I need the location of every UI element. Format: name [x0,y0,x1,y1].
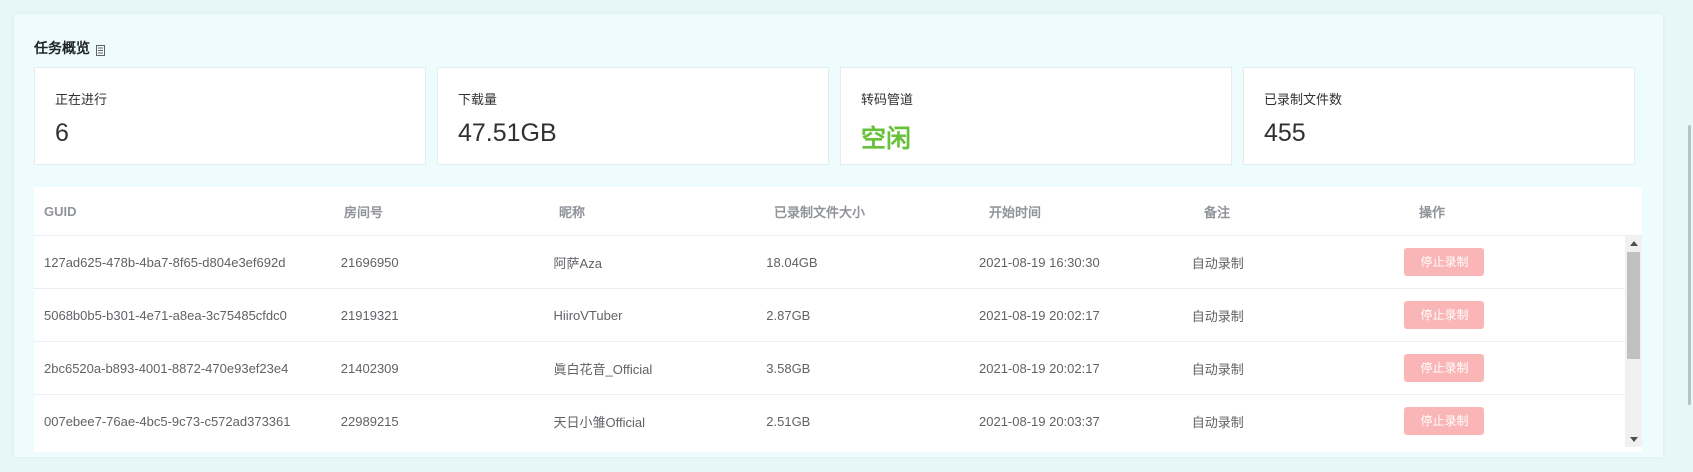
cell-size: 2.87GB [766,307,811,323]
stop-recording-button[interactable]: 停止录制 [1404,301,1485,329]
stat-card-in-progress: 正在进行 6 [34,67,426,165]
cell-start-time: 2021-08-19 20:03:37 [979,413,1100,429]
cell-note: 自动录制 [1191,414,1244,430]
stop-recording-button[interactable]: 停止录制 [1404,248,1485,276]
table-row: 127ad625-478b-4ba7-8f65-d804e3ef692d 216… [34,236,1625,289]
column-header-guid: GUID [44,203,77,219]
cell-room: 21402309 [340,360,399,376]
stat-value: 455 [1264,119,1306,147]
cell-guid: 007ebee7-76ae-4bc5-9c73-c572ad373361 [44,413,291,429]
stat-label: 下载量 [458,92,498,107]
stats-row: 正在进行 6 下载量 47.51GB 转码管道 空闲 已录制文件数 455 [34,67,1635,165]
column-header-start-time: 开始时间 [989,204,1042,220]
cell-guid: 5068b0b5-b301-4e71-a8ea-3c75485cfdc0 [44,307,287,323]
column-header-note: 备注 [1204,204,1231,220]
scroll-up-arrow-icon[interactable] [1630,241,1638,246]
stat-value: 6 [55,119,69,147]
task-overview-panel: 任务概览 正在进行 6 下载量 47.51GB 转码管道 空闲 已录制文件数 4… [14,14,1663,457]
document-icon [96,43,105,56]
cell-action: 停止录制 [1394,301,1625,329]
panel-title: 任务概览 [34,38,105,58]
page-scrollbar[interactable] [1683,0,1693,472]
stat-value: 47.51GB [458,119,557,147]
stat-card-recorded-files: 已录制文件数 455 [1243,67,1635,165]
cell-start-time: 2021-08-19 20:02:17 [979,360,1100,376]
cell-note: 自动录制 [1191,255,1244,271]
stat-label: 已录制文件数 [1264,92,1343,107]
stat-label: 正在进行 [55,92,108,107]
stop-recording-button[interactable]: 停止录制 [1404,354,1485,382]
cell-start-time: 2021-08-19 16:30:30 [979,254,1100,270]
stop-recording-button[interactable]: 停止录制 [1404,407,1485,435]
cell-note: 自动录制 [1191,308,1244,324]
column-header-nickname: 昵称 [559,204,586,220]
cell-action: 停止录制 [1394,354,1625,382]
cell-nickname: 阿萨Aza [553,255,602,271]
stat-card-transcode: 转码管道 空闲 [840,67,1232,165]
table-header: GUID 房间号 昵称 已录制文件大小 开始时间 备注 操作 [34,187,1642,236]
panel-title-text: 任务概览 [34,40,90,56]
stat-label: 转码管道 [861,92,914,107]
task-table: GUID 房间号 昵称 已录制文件大小 开始时间 备注 操作 127ad625-… [34,187,1642,452]
cell-size: 2.51GB [766,413,811,429]
table-body[interactable]: 127ad625-478b-4ba7-8f65-d804e3ef692d 216… [34,236,1625,447]
page-scrollbar-thumb[interactable] [1688,125,1691,405]
cell-action: 停止录制 [1394,407,1625,435]
scrollbar-thumb[interactable] [1627,252,1640,359]
cell-guid: 127ad625-478b-4ba7-8f65-d804e3ef692d [44,254,286,270]
column-header-size: 已录制文件大小 [774,204,866,220]
cell-guid: 2bc6520a-b893-4001-8872-470e93ef23e4 [44,360,289,376]
table-row: 2bc6520a-b893-4001-8872-470e93ef23e4 214… [34,342,1625,395]
cell-nickname: 眞白花音_Official [553,361,653,377]
cell-room: 21919321 [340,307,399,323]
cell-note: 自动录制 [1191,361,1244,377]
table-row: 007ebee7-76ae-4bc5-9c73-c572ad373361 229… [34,395,1625,447]
stat-card-download: 下载量 47.51GB [437,67,829,165]
cell-nickname: 天日小雏Official [553,414,646,430]
column-header-action: 操作 [1419,204,1446,220]
scroll-down-arrow-icon[interactable] [1630,437,1638,442]
cell-start-time: 2021-08-19 20:02:17 [979,307,1100,323]
cell-size: 18.04GB [766,254,818,270]
stat-value-status: 空闲 [861,125,912,153]
column-header-room: 房间号 [344,204,384,220]
cell-action: 停止录制 [1394,248,1625,276]
cell-room: 22989215 [340,413,399,429]
cell-nickname: HiiroVTuber [553,307,623,323]
cell-room: 21696950 [340,254,399,270]
table-row: 5068b0b5-b301-4e71-a8ea-3c75485cfdc0 219… [34,289,1625,342]
table-scrollbar[interactable] [1625,236,1642,447]
cell-size: 3.58GB [766,360,811,376]
